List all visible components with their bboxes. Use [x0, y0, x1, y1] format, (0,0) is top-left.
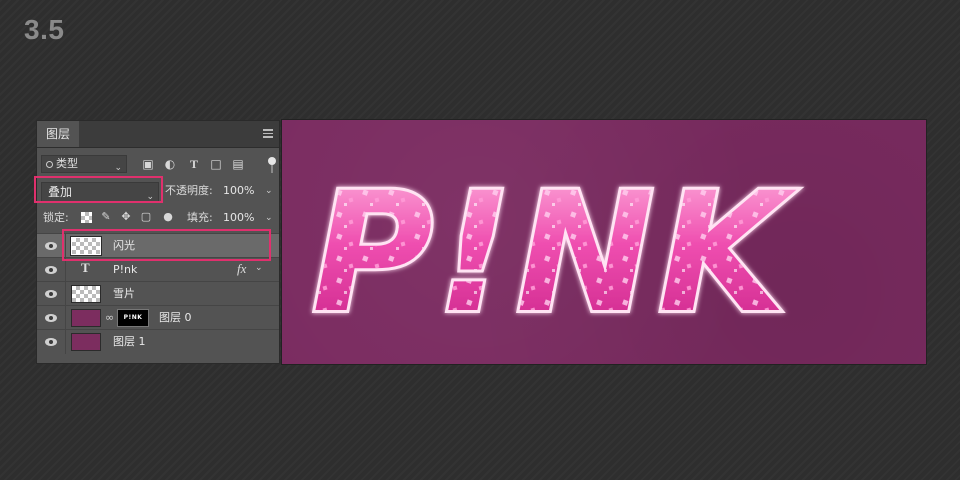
shape-filter-icon[interactable]: □ — [209, 157, 223, 171]
eye-icon[interactable] — [45, 266, 57, 274]
fx-icon[interactable]: fx — [237, 261, 246, 277]
blend-mode-value: 叠加 — [48, 185, 73, 199]
canvas-preview[interactable]: P!NK P!NK — [282, 120, 926, 364]
eye-icon[interactable] — [45, 242, 57, 250]
layer-thumbnail — [71, 285, 101, 303]
layer-thumbnail — [71, 333, 101, 351]
lock-transparency-icon[interactable] — [81, 212, 92, 223]
layer-list: 闪光 T P!nk fx ⌄ 雪片 ∞ P!NK 图层 0 图层 1 — [37, 233, 279, 354]
eye-icon[interactable] — [45, 338, 57, 346]
layer-row[interactable]: 闪光 — [37, 233, 279, 258]
blend-mode-select[interactable]: 叠加 ⌄ — [41, 182, 159, 202]
opacity-input[interactable]: 100% — [223, 182, 254, 200]
panel-menu-icon[interactable] — [263, 129, 273, 138]
layer-name: 闪光 — [113, 239, 135, 252]
chevron-down-icon[interactable]: ⌄ — [265, 209, 273, 227]
layer-thumbnail — [71, 309, 101, 327]
filter-toggle[interactable] — [268, 157, 276, 175]
layer-thumbnail — [71, 237, 101, 255]
fill-input[interactable]: 100% — [223, 209, 254, 227]
layer-row[interactable]: T P!nk fx ⌄ — [37, 257, 279, 282]
chevron-down-icon[interactable]: ⌄ — [255, 263, 263, 273]
lock-all-icon[interactable]: ● — [161, 210, 175, 224]
lock-artboard-icon[interactable]: ▢ — [139, 210, 153, 224]
chevron-down-icon: ⌄ — [114, 163, 122, 173]
lock-row: 锁定: ✎ ✥ ▢ ● 填充: 100% ⌄ — [37, 207, 279, 229]
blend-row: 叠加 ⌄ 不透明度: 100% ⌄ — [37, 179, 279, 203]
tab-layers[interactable]: 图层 — [37, 121, 79, 147]
layer-row[interactable]: 雪片 — [37, 281, 279, 306]
opacity-label: 不透明度: — [165, 184, 213, 197]
layer-name: P!nk — [113, 263, 138, 276]
eye-icon[interactable] — [45, 290, 57, 298]
adjustment-filter-icon[interactable]: ◐ — [163, 157, 177, 171]
search-icon — [46, 161, 53, 168]
type-filter-icon[interactable]: T — [187, 157, 201, 171]
layers-panel: 图层 类型 ⌄ ▣ ◐ T □ ▤ 叠加 ⌄ 不透明度: 100% ⌄ 锁定: … — [36, 120, 280, 364]
filter-kind-label: 类型 — [56, 157, 78, 170]
lock-paint-icon[interactable]: ✎ — [99, 210, 113, 224]
smart-object-filter-icon[interactable]: ▤ — [231, 157, 245, 171]
layer-name: 雪片 — [113, 287, 135, 300]
chevron-down-icon: ⌄ — [146, 192, 154, 202]
filter-row: 类型 ⌄ ▣ ◐ T □ ▤ — [37, 151, 279, 175]
eye-icon[interactable] — [45, 314, 57, 322]
artwork: P!NK P!NK — [309, 154, 797, 352]
layer-mask-thumbnail[interactable]: P!NK — [117, 309, 149, 327]
chain-link-icon[interactable]: ∞ — [105, 311, 114, 324]
lock-position-icon[interactable]: ✥ — [119, 210, 133, 224]
lock-label: 锁定: — [43, 211, 69, 224]
layer-name: 图层 0 — [159, 311, 192, 324]
image-filter-icon[interactable]: ▣ — [141, 157, 155, 171]
step-label: 3.5 — [24, 14, 65, 45]
artwork-confetti: P!NK — [312, 157, 797, 349]
chevron-down-icon[interactable]: ⌄ — [265, 182, 273, 200]
filter-kind-select[interactable]: 类型 ⌄ — [41, 155, 127, 173]
layer-row[interactable]: ∞ P!NK 图层 0 — [37, 305, 279, 330]
layer-row[interactable]: 图层 1 — [37, 329, 279, 354]
panel-tab-bar: 图层 — [37, 121, 279, 148]
fill-label: 填充: — [187, 211, 213, 224]
text-layer-icon: T — [81, 260, 90, 275]
layer-name: 图层 1 — [113, 335, 146, 348]
